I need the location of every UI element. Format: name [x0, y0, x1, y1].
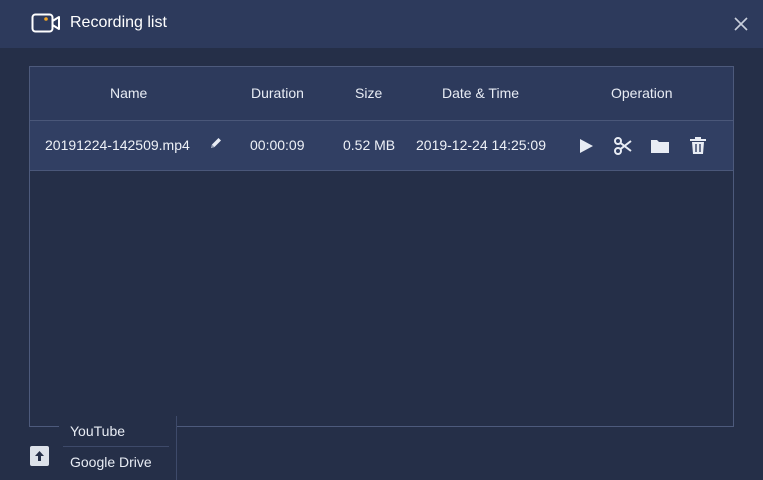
pencil-icon[interactable] [209, 136, 223, 150]
scissors-icon[interactable] [613, 136, 633, 156]
file-duration: 00:00:09 [250, 137, 305, 153]
menu-item-youtube[interactable]: YouTube [70, 423, 125, 439]
table-row[interactable]: 20191224-142509.mp4 00:00:09 0.52 MB 201… [30, 120, 733, 171]
share-menu: YouTube Google Drive [59, 416, 177, 480]
video-camera-icon [31, 13, 60, 33]
upload-arrow-icon [35, 451, 44, 461]
table-header: Name Duration Size Date & Time Operation [30, 67, 733, 120]
file-name: 20191224-142509.mp4 [45, 137, 190, 153]
folder-icon[interactable] [650, 136, 670, 156]
file-size: 0.52 MB [343, 137, 396, 153]
file-datetime: 2019-12-24 14:25:09 [416, 137, 546, 153]
window-title: Recording list [70, 14, 167, 31]
menu-item-google-drive[interactable]: Google Drive [70, 454, 152, 470]
header-datetime: Date & Time [442, 85, 520, 101]
close-icon[interactable] [733, 16, 749, 32]
play-icon[interactable] [576, 136, 596, 156]
upload-button[interactable] [30, 446, 49, 466]
recording-table: Name Duration Size Date & Time Operation… [29, 66, 734, 427]
trash-icon[interactable] [688, 136, 708, 156]
header-name: Name [110, 85, 148, 101]
header-size: Size [355, 85, 383, 101]
header-duration: Duration [251, 85, 304, 101]
menu-divider [63, 446, 169, 447]
header-operation: Operation [611, 85, 673, 101]
title-bar: Recording list [0, 0, 763, 48]
